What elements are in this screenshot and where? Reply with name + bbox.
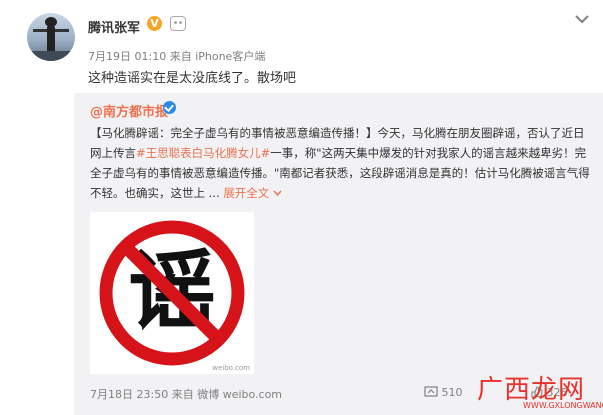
chevron-down-icon[interactable] <box>574 12 590 26</box>
avatar[interactable] <box>27 13 75 61</box>
expand-link[interactable]: 展开全文 <box>223 186 282 200</box>
no-rumor-image: 谣 weibo.com <box>90 212 254 374</box>
repost-source: 来自 微博 weibo.com <box>171 388 283 401</box>
repost-meta: 7月18日 23:50 来自 微博 weibo.com <box>90 386 282 402</box>
verified-icon: V <box>147 16 162 31</box>
expand-icon <box>273 190 282 197</box>
robot-icon[interactable] <box>170 16 186 31</box>
username[interactable]: 腾讯张军 <box>88 17 140 36</box>
post-time[interactable]: 7月19日 01:10 <box>88 50 166 63</box>
watermark-url: WWW.GXLONGWANG.COM <box>523 401 603 410</box>
post-text: 这种造谣实在是太没底线了。散场吧 <box>88 71 297 86</box>
expand-label: 展开全文 <box>223 186 270 200</box>
repost-image[interactable]: 谣 weibo.com <box>90 212 254 374</box>
repost-author[interactable]: @南方都市报 <box>90 101 168 120</box>
repost-action[interactable]: 510 <box>424 386 463 399</box>
repost-icon <box>424 386 438 397</box>
image-watermark: weibo.com <box>212 364 250 372</box>
repost-body: 【马化腾辟谣：完全子虚乌有的事情被恶意编造传播！】今天，马化腾在朋友圈辟谣，否认… <box>90 123 595 203</box>
weibo-post: 腾讯张军 V 7月19日 01:10 来自 iPhone客户端 这种造谣实在是太… <box>0 0 603 415</box>
post-source: 来自 iPhone客户端 <box>169 50 266 63</box>
hashtag-link[interactable]: #王思聪表白马化腾女儿# <box>136 146 270 160</box>
verified-icon <box>163 101 176 114</box>
repost-count: 510 <box>441 386 463 399</box>
post-meta: 7月19日 01:10 来自 iPhone客户端 <box>88 48 265 64</box>
repost-time[interactable]: 7月18日 23:50 <box>90 388 168 401</box>
